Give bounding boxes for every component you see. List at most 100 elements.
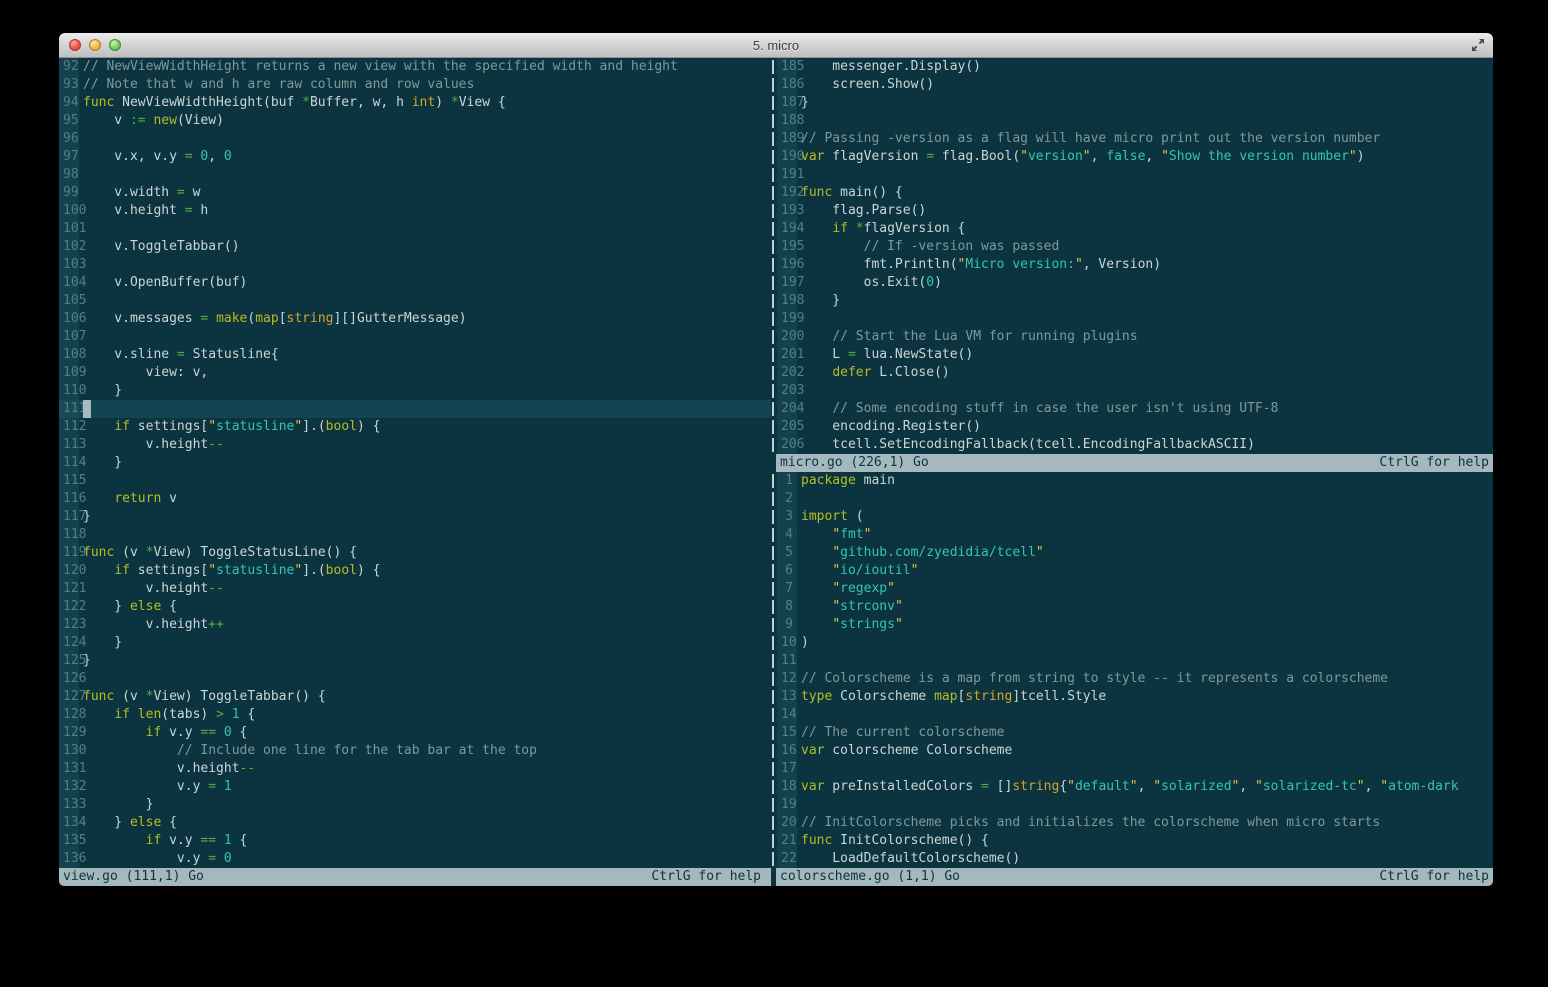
code-line[interactable]: 127 func (v *View) ToggleTabbar() { bbox=[59, 688, 771, 706]
code-line[interactable]: 192 func main() { bbox=[771, 184, 1493, 202]
code-line[interactable]: 20 // InitColorscheme picks and initializ… bbox=[771, 814, 1493, 832]
code-line[interactable]: 121 v.height-- bbox=[59, 580, 771, 598]
code-text: if v.y == 1 { bbox=[145, 833, 248, 848]
code-line[interactable]: 3 import ( bbox=[771, 508, 1493, 526]
code-line[interactable]: 188 bbox=[771, 112, 1493, 130]
code-line[interactable]: 108 v.sline = Statusline{ bbox=[59, 346, 771, 364]
code-line[interactable]: 110 } bbox=[59, 382, 771, 400]
code-line[interactable]: 107 bbox=[59, 328, 771, 346]
code-line[interactable]: 199 bbox=[771, 310, 1493, 328]
code-line[interactable]: 109 view: v, bbox=[59, 364, 771, 382]
code-line[interactable]: 101 bbox=[59, 220, 771, 238]
code-line[interactable]: 5 "github.com/zyedidia/tcell" bbox=[771, 544, 1493, 562]
code-line[interactable]: 13 type Colorscheme map[string]tcell.Styl… bbox=[771, 688, 1493, 706]
zoom-button[interactable] bbox=[109, 39, 121, 51]
code-line[interactable]: 22 LoadDefaultColorscheme() bbox=[771, 850, 1493, 868]
code-line[interactable]: 133 } bbox=[59, 796, 771, 814]
code-line[interactable]: 105 bbox=[59, 292, 771, 310]
code-line[interactable]: 115 bbox=[59, 472, 771, 490]
code-line[interactable]: 195 // If -version was passed bbox=[771, 238, 1493, 256]
code-line[interactable]: 200 // Start the Lua VM for running plug… bbox=[771, 328, 1493, 346]
window-titlebar[interactable]: 5. micro bbox=[59, 33, 1493, 58]
code-line[interactable]: 21 func InitColorscheme() { bbox=[771, 832, 1493, 850]
code-line[interactable]: 92 // NewViewWidthHeight returns a new vi… bbox=[59, 58, 771, 76]
code-line[interactable]: 106 v.messages = make(map[string][]Gutte… bbox=[59, 310, 771, 328]
code-line[interactable]: 8 "strconv" bbox=[771, 598, 1493, 616]
code-line[interactable]: 98 bbox=[59, 166, 771, 184]
code-line[interactable]: 201 L = lua.NewState() bbox=[771, 346, 1493, 364]
code-line[interactable]: 136 v.y = 0 bbox=[59, 850, 771, 868]
code-line[interactable]: 9 "strings" bbox=[771, 616, 1493, 634]
code-line[interactable]: 2 bbox=[771, 490, 1493, 508]
code-line[interactable]: 191 bbox=[771, 166, 1493, 184]
code-line[interactable]: 197 os.Exit(0) bbox=[771, 274, 1493, 292]
code-line[interactable]: 12 // Colorscheme is a map from string to… bbox=[771, 670, 1493, 688]
code-line[interactable]: 10) bbox=[771, 634, 1493, 652]
code-line[interactable]: 131 v.height-- bbox=[59, 760, 771, 778]
code-line[interactable]: 18 var preInstalledColors = []string{"def… bbox=[771, 778, 1493, 796]
minimize-button[interactable] bbox=[89, 39, 101, 51]
code-line[interactable]: 94 func NewViewWidthHeight(buf *Buffer, w… bbox=[59, 94, 771, 112]
code-line[interactable]: 99 v.width = w bbox=[59, 184, 771, 202]
code-area-view-go[interactable]: 92 // NewViewWidthHeight returns a new vi… bbox=[59, 58, 771, 868]
code-line[interactable]: 129 if v.y == 0 { bbox=[59, 724, 771, 742]
code-line[interactable]: 122 } else { bbox=[59, 598, 771, 616]
editor-pane-view-go[interactable]: 92 // NewViewWidthHeight returns a new vi… bbox=[59, 58, 771, 886]
line-number: 98 bbox=[59, 166, 79, 184]
code-line[interactable]: 112 if settings["statusline"].(bool) { bbox=[59, 418, 771, 436]
code-line[interactable]: 189// Passing -version as a flag will ha… bbox=[771, 130, 1493, 148]
code-line[interactable]: 7 "regexp" bbox=[771, 580, 1493, 598]
close-button[interactable] bbox=[69, 39, 81, 51]
code-line[interactable]: 128 if len(tabs) > 1 { bbox=[59, 706, 771, 724]
code-line[interactable]: 6 "io/ioutil" bbox=[771, 562, 1493, 580]
code-line[interactable]: 15 // The current colorscheme bbox=[771, 724, 1493, 742]
code-line[interactable]: 135 if v.y == 1 { bbox=[59, 832, 771, 850]
code-line[interactable]: 204 // Some encoding stuff in case the u… bbox=[771, 400, 1493, 418]
code-line[interactable]: 185 messenger.Display() bbox=[771, 58, 1493, 76]
code-line[interactable]: 186 screen.Show() bbox=[771, 76, 1493, 94]
code-line[interactable]: 196 fmt.Println("Micro version:", Versio… bbox=[771, 256, 1493, 274]
code-line[interactable]: 130 // Include one line for the tab bar … bbox=[59, 742, 771, 760]
code-line[interactable]: 104 v.OpenBuffer(buf) bbox=[59, 274, 771, 292]
code-area-colorscheme-go[interactable]: 1 package main 2 3 import (4 "fmt" 5 "github.… bbox=[771, 472, 1493, 868]
code-line[interactable]: 134 } else { bbox=[59, 814, 771, 832]
code-line[interactable]: 194 if *flagVersion { bbox=[771, 220, 1493, 238]
code-line[interactable]: 126 bbox=[59, 670, 771, 688]
code-line[interactable]: 11 bbox=[771, 652, 1493, 670]
code-line[interactable]: 17 bbox=[771, 760, 1493, 778]
code-line[interactable]: 117} bbox=[59, 508, 771, 526]
code-line[interactable]: 16 var colorscheme Colorscheme bbox=[771, 742, 1493, 760]
code-line[interactable]: 206 tcell.SetEncodingFallback(tcell.Enco… bbox=[771, 436, 1493, 454]
code-line[interactable]: 193 flag.Parse() bbox=[771, 202, 1493, 220]
code-line[interactable]: 198 } bbox=[771, 292, 1493, 310]
code-line[interactable]: 190 var flagVersion = flag.Bool("version"… bbox=[771, 148, 1493, 166]
code-line[interactable]: 120 if settings["statusline"].(bool) { bbox=[59, 562, 771, 580]
code-line[interactable]: 4 "fmt" bbox=[771, 526, 1493, 544]
code-line[interactable]: 132 v.y = 1 bbox=[59, 778, 771, 796]
code-line[interactable]: 1 package main bbox=[771, 472, 1493, 490]
code-line[interactable]: 124 } bbox=[59, 634, 771, 652]
code-line[interactable]: 116 return v bbox=[59, 490, 771, 508]
code-area-micro-go[interactable]: 185 messenger.Display() 186 screen.Show()… bbox=[771, 58, 1493, 454]
code-line[interactable]: 95 v := new(View) bbox=[59, 112, 771, 130]
fullscreen-icon[interactable] bbox=[1471, 38, 1485, 52]
code-line[interactable]: 103 bbox=[59, 256, 771, 274]
code-line[interactable]: 100 v.height = h bbox=[59, 202, 771, 220]
code-line[interactable]: 202 defer L.Close() bbox=[771, 364, 1493, 382]
code-line[interactable]: 96 bbox=[59, 130, 771, 148]
code-line[interactable]: 93 // Note that w and h are raw column an… bbox=[59, 76, 771, 94]
code-line[interactable]: 111 bbox=[59, 400, 771, 418]
code-line[interactable]: 203 bbox=[771, 382, 1493, 400]
code-line[interactable]: 187} bbox=[771, 94, 1493, 112]
code-line[interactable]: 119 func (v *View) ToggleStatusLine() { bbox=[59, 544, 771, 562]
code-line[interactable]: 205 encoding.Register() bbox=[771, 418, 1493, 436]
code-line[interactable]: 118 bbox=[59, 526, 771, 544]
code-line[interactable]: 14 bbox=[771, 706, 1493, 724]
code-line[interactable]: 125} bbox=[59, 652, 771, 670]
code-line[interactable]: 114 } bbox=[59, 454, 771, 472]
code-line[interactable]: 102 v.ToggleTabbar() bbox=[59, 238, 771, 256]
code-line[interactable]: 19 bbox=[771, 796, 1493, 814]
code-line[interactable]: 113 v.height-- bbox=[59, 436, 771, 454]
code-line[interactable]: 123 v.height++ bbox=[59, 616, 771, 634]
code-line[interactable]: 97 v.x, v.y = 0, 0 bbox=[59, 148, 771, 166]
